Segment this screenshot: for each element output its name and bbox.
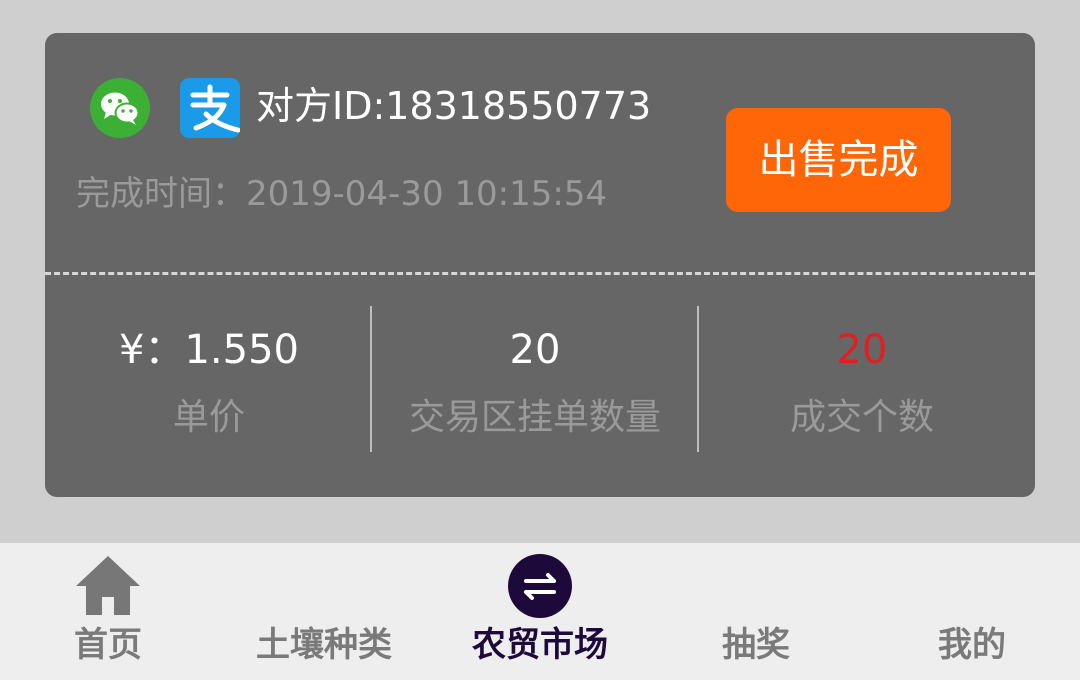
tab-farm-market[interactable]: 农贸市场 (432, 543, 648, 680)
tab-lottery[interactable]: 抽奖 (648, 543, 864, 680)
complete-time: 完成时间：2019-04-30 10:15:54 (76, 174, 608, 214)
tab-mine[interactable]: 我的 (864, 543, 1080, 680)
dashed-divider (45, 272, 1035, 275)
deal-count-label: 成交个数 (789, 397, 934, 438)
unit-price-label: 单价 (172, 397, 245, 438)
tab-mine-label: 我的 (938, 625, 1006, 665)
listing-count-value: 20 (509, 327, 561, 373)
tab-home-label: 首页 (74, 625, 142, 665)
tab-soil-types-label: 土壤种类 (256, 625, 392, 665)
deal-count-value: 20 (836, 327, 888, 373)
tab-soil-types[interactable]: 土壤种类 (216, 543, 432, 680)
page: 对方ID:18318550773 完成时间：2019-04-30 10:15:5… (0, 0, 1080, 680)
exchange-icon (507, 553, 573, 623)
tab-farm-market-label: 农贸市场 (472, 625, 608, 665)
peer-id-label: 对方ID:18318550773 (256, 84, 652, 128)
sell-complete-button[interactable]: 出售完成 (726, 108, 951, 212)
bottom-tab-bar: 首页 土壤种类 农贸市场 抽奖 我的 (0, 543, 1080, 680)
stat-deal-count: 20 成交个数 (707, 320, 1017, 444)
alipay-icon (180, 78, 241, 138)
stat-divider (697, 306, 699, 452)
stat-unit-price: ¥：1.550 单价 (54, 320, 364, 444)
stat-listing-count: 20 交易区挂单数量 (380, 320, 690, 444)
home-icon (73, 553, 143, 621)
tab-lottery-label: 抽奖 (722, 625, 790, 665)
tab-home[interactable]: 首页 (0, 543, 216, 680)
listing-count-label: 交易区挂单数量 (408, 397, 661, 438)
stat-divider (370, 306, 372, 452)
unit-price-value: ¥：1.550 (119, 327, 299, 373)
wechat-icon (90, 78, 150, 138)
